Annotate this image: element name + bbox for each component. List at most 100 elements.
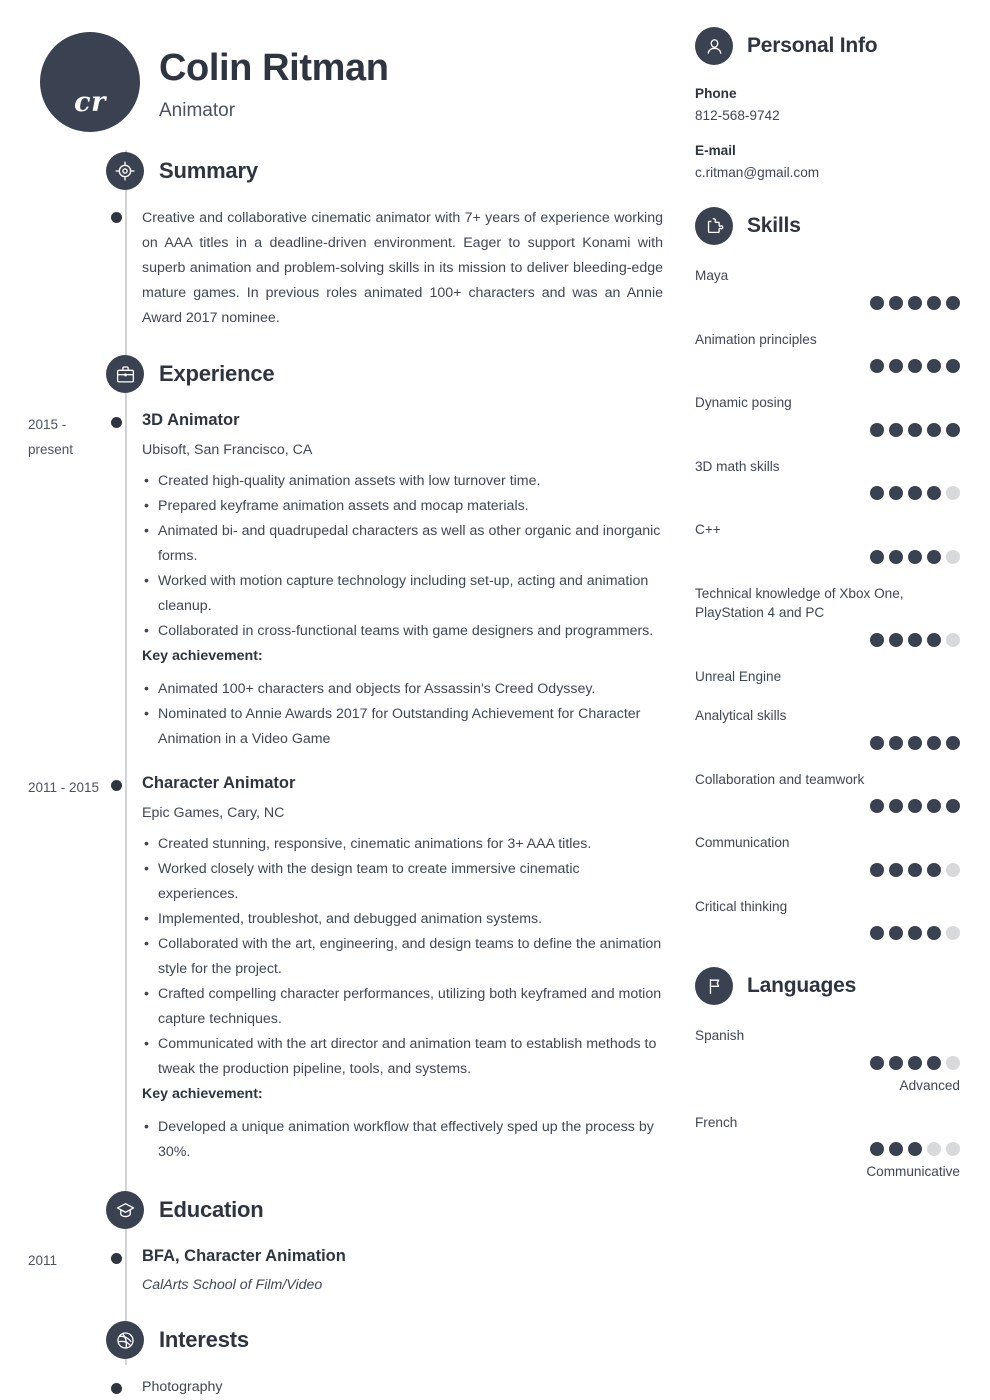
rating-dot-filled — [927, 735, 941, 750]
experience-date: 2011 - 2015 — [28, 780, 100, 796]
timeline-dot — [111, 1383, 122, 1395]
skill-name: Animation principles — [695, 331, 817, 347]
job-company: Epic Games, Cary, NC — [142, 805, 285, 822]
target-icon — [106, 152, 144, 190]
skill-name: Communication — [695, 835, 790, 850]
list-item: Prepared keyframe animation assets and m… — [142, 494, 663, 519]
rating-dot-filled — [908, 1142, 922, 1156]
rating-dot-filled — [927, 359, 941, 373]
info-value-email: c.ritman@gmail.com — [695, 165, 820, 180]
rating-dot-empty — [946, 486, 960, 500]
summary-date-spacer — [0, 206, 100, 331]
job-duties-list: Created high-quality animation assets wi… — [142, 469, 663, 644]
rating-dot-filled — [870, 486, 884, 500]
candidate-name: Colin Ritman — [159, 47, 389, 89]
rating-dot-filled — [927, 1055, 941, 1070]
summary-entry: Creative and collaborative cinematic ani… — [0, 206, 690, 331]
rating-dot-filled — [908, 295, 922, 310]
section-heading-interests: Interests — [106, 1319, 690, 1361]
basketball-icon — [106, 1321, 144, 1360]
list-item: Crafted compelling character performance… — [142, 982, 663, 1032]
rating-dot-filled — [927, 549, 941, 564]
section-title-experience: Experience — [159, 361, 275, 386]
avatar-monogram: cr — [40, 32, 140, 132]
rating-dot-empty — [946, 632, 960, 647]
rating-dot-filled — [889, 799, 903, 813]
rating-dot-filled — [870, 422, 884, 437]
job-achievements-list: Animated 100+ characters and objects for… — [142, 677, 663, 752]
rating-dot-filled — [908, 632, 922, 647]
skill-row: Dynamic posing — [695, 393, 960, 437]
section-title-summary: Summary — [159, 158, 258, 183]
timeline-dot — [111, 417, 122, 428]
rating-dot-filled — [946, 295, 960, 310]
rating-dot-filled — [870, 799, 884, 813]
rating-dot-filled — [908, 799, 922, 813]
education-date: 2011 — [28, 1253, 58, 1269]
candidate-title: Animator — [159, 99, 236, 121]
skill-rating — [695, 359, 960, 373]
job-duties-list: Created stunning, responsive, cinematic … — [142, 832, 663, 1082]
skill-name: Unreal Engine — [695, 668, 782, 684]
rating-dot-empty — [946, 926, 960, 940]
skill-name: C++ — [695, 522, 721, 537]
skill-name: Maya — [695, 268, 729, 283]
rating-dot-filled — [870, 359, 884, 373]
rating-dot-filled — [908, 862, 922, 877]
rating-dot-filled — [927, 486, 941, 500]
rating-dot-filled — [908, 422, 922, 437]
job-achievements-list: Developed a unique animation workflow th… — [142, 1115, 663, 1165]
skill-rating — [695, 926, 960, 940]
experience-entry: 2011 - 2015 Character Animator Epic Game… — [0, 774, 690, 1165]
language-level: Advanced — [899, 1077, 960, 1093]
timeline-dot-wrap — [100, 1377, 142, 1396]
rating-dot-empty — [946, 549, 960, 564]
interest-date-spacer — [0, 1377, 100, 1396]
rating-dot-empty — [927, 1142, 941, 1156]
section-title-languages: Languages — [747, 974, 857, 997]
rating-dot-filled — [946, 422, 960, 437]
experience-body: Character Animator Epic Games, Cary, NC … — [142, 774, 690, 1165]
resume-header: cr Colin Ritman Animator — [0, 0, 690, 150]
rating-dot-filled — [889, 862, 903, 877]
experience-body: 3D Animator Ubisoft, San Francisco, CA C… — [142, 411, 690, 752]
degree-title: BFA, Character Animation — [142, 1247, 346, 1266]
education-body: BFA, Character Animation CalArts School … — [142, 1247, 690, 1293]
rating-dot-filled — [870, 632, 884, 647]
skill-name: Collaboration and teamwork — [695, 771, 865, 787]
rating-dot-filled — [870, 862, 884, 877]
rating-dot-filled — [927, 799, 941, 813]
timeline-dot — [111, 1253, 122, 1265]
graduation-cap-icon — [106, 1191, 144, 1230]
interest-entry: Photography — [0, 1377, 690, 1396]
person-icon — [695, 27, 733, 65]
rating-dot-empty — [946, 1055, 960, 1070]
rating-dot-filled — [889, 735, 903, 750]
list-item: Worked with motion capture technology in… — [142, 569, 663, 619]
skill-rating — [695, 799, 960, 813]
timeline-dot-wrap — [100, 411, 142, 752]
skill-rating — [695, 422, 960, 437]
section-heading-personal-info: Personal Info — [695, 26, 960, 66]
rating-dot-filled — [870, 1142, 884, 1156]
rating-dot-filled — [908, 486, 922, 500]
rating-dot-filled — [889, 1142, 903, 1156]
rating-dot-filled — [870, 295, 884, 310]
info-label-phone: Phone — [695, 86, 737, 101]
section-title-personal-info: Personal Info — [747, 34, 878, 57]
rating-dot-filled — [870, 1055, 884, 1070]
rating-dot-filled — [889, 632, 903, 647]
rating-dot-filled — [908, 549, 922, 564]
rating-dot-filled — [889, 486, 903, 500]
section-heading-education: Education — [106, 1189, 690, 1231]
list-item: Communicated with the art director and a… — [142, 1032, 663, 1082]
skill-name: Critical thinking — [695, 898, 788, 914]
personal-info-fields: Phone 812-568-9742 E-mail c.ritman@gmail… — [695, 86, 960, 180]
info-value-phone: 812-568-9742 — [695, 108, 780, 123]
timeline-dot-wrap — [100, 206, 142, 331]
monogram-initials: cr — [74, 87, 106, 118]
skill-row: Analytical skills — [695, 706, 960, 750]
rating-dot-filled — [889, 1055, 903, 1070]
rating-dot-filled — [908, 926, 922, 940]
language-rating — [695, 1055, 960, 1070]
